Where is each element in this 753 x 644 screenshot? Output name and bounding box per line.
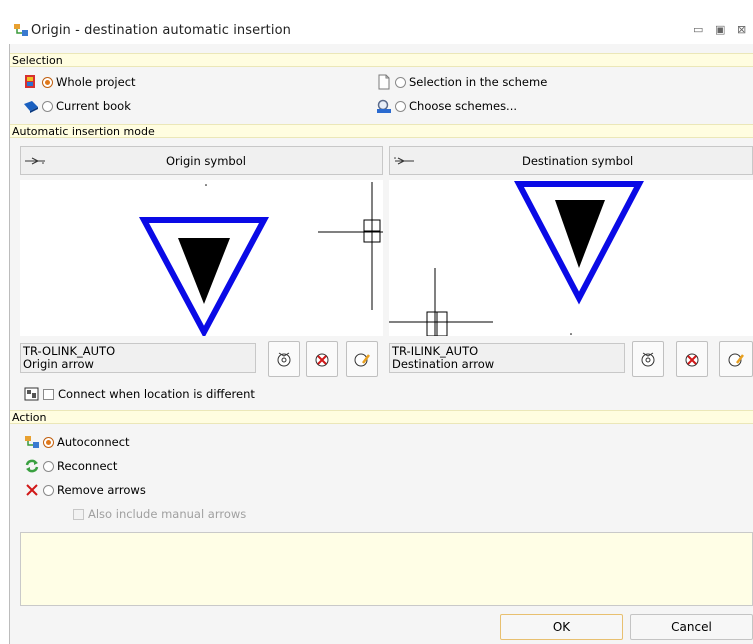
- destination-symbol-graphic: [389, 181, 644, 337]
- origin-symbol-name-box: TR-OLINK_AUTO Origin arrow: [20, 343, 256, 373]
- connect-location-option[interactable]: Connect when location is different: [24, 386, 255, 402]
- choose-schemes-label: Choose schemes...: [409, 99, 518, 113]
- connect-location-label: Connect when location is different: [58, 387, 255, 401]
- origin-browse-button[interactable]: [268, 341, 300, 377]
- reconnect-label: Reconnect: [57, 459, 118, 473]
- current-book-label: Current book: [56, 99, 131, 113]
- restore-icon[interactable]: ▣: [715, 23, 725, 36]
- edit-symbol-icon: [354, 353, 370, 367]
- remove-x-icon: [26, 484, 38, 496]
- delete-symbol-icon: [685, 353, 699, 367]
- autoconnect-label: Autoconnect: [57, 435, 130, 449]
- origin-column-label: Origin symbol: [166, 154, 246, 168]
- selection-in-scheme-radio[interactable]: [395, 76, 406, 88]
- reconnect-option[interactable]: Reconnect: [24, 458, 117, 474]
- refresh-icon: [25, 459, 39, 473]
- destination-symbol-name-box: TR-ILINK_AUTO Destination arrow: [389, 343, 625, 373]
- remove-arrows-radio[interactable]: [43, 484, 54, 496]
- cancel-button[interactable]: Cancel: [630, 614, 753, 640]
- destination-edit-button[interactable]: [719, 341, 753, 377]
- remove-arrows-label: Remove arrows: [57, 483, 146, 497]
- whole-project-radio[interactable]: [42, 76, 53, 88]
- destination-column-header: Destination symbol: [389, 146, 753, 175]
- selection-header: Selection: [10, 53, 753, 67]
- origin-column-header: Origin symbol: [20, 146, 383, 175]
- also-manual-checkbox[interactable]: [73, 508, 84, 520]
- close-icon[interactable]: ⊠: [737, 23, 746, 36]
- current-book-option[interactable]: Current book: [23, 98, 131, 114]
- autoconnect-option[interactable]: Autoconnect: [24, 434, 130, 450]
- library-search-icon: [277, 352, 291, 367]
- destination-arrow-icon: [394, 157, 414, 165]
- origin-arrow-icon: [25, 157, 45, 165]
- magnifier-icon: [377, 99, 391, 113]
- ok-button[interactable]: OK: [500, 614, 623, 640]
- selection-in-scheme-label: Selection in the scheme: [409, 75, 548, 89]
- choose-schemes-radio[interactable]: [395, 100, 406, 112]
- location-icon: [24, 387, 39, 401]
- whole-project-label: Whole project: [56, 75, 136, 89]
- destination-symbol-desc: Destination arrow: [392, 357, 495, 371]
- action-header: Action: [10, 410, 753, 424]
- reconnect-radio[interactable]: [43, 460, 54, 472]
- connect-location-checkbox[interactable]: [43, 388, 54, 400]
- library-search-icon: [641, 352, 655, 367]
- selection-in-scheme-option[interactable]: Selection in the scheme: [376, 74, 547, 90]
- also-manual-option[interactable]: Also include manual arrows: [73, 507, 246, 521]
- autoconnect-icon: [25, 436, 39, 448]
- app-icon: [14, 24, 28, 36]
- destination-symbol-preview: [389, 180, 753, 337]
- autoconnect-radio[interactable]: [43, 436, 54, 448]
- destination-browse-button[interactable]: [632, 341, 664, 377]
- destination-delete-button[interactable]: [676, 341, 708, 377]
- edit-symbol-icon: [728, 353, 744, 367]
- message-area: [20, 532, 753, 606]
- remove-arrows-option[interactable]: Remove arrows: [24, 482, 146, 498]
- whole-project-option[interactable]: Whole project: [23, 74, 136, 90]
- window-title: Origin - destination automatic insertion: [31, 23, 291, 38]
- origin-delete-button[interactable]: [306, 341, 338, 377]
- title-bar: Origin - destination automatic insertion…: [9, 18, 753, 45]
- also-manual-label: Also include manual arrows: [88, 507, 247, 521]
- origin-symbol-graphic: [138, 182, 383, 339]
- origin-edit-button[interactable]: [346, 341, 378, 377]
- destination-column-label: Destination symbol: [522, 154, 634, 168]
- project-icon: [25, 75, 35, 88]
- choose-schemes-option[interactable]: Choose schemes...: [376, 98, 517, 114]
- book-icon: [24, 101, 38, 113]
- origin-symbol-preview: [20, 180, 383, 339]
- insertion-mode-header: Automatic insertion mode: [10, 124, 753, 138]
- page-icon: [378, 74, 390, 90]
- current-book-radio[interactable]: [42, 100, 53, 112]
- minimize-icon[interactable]: ▭: [693, 23, 703, 36]
- delete-symbol-icon: [315, 353, 329, 367]
- origin-symbol-desc: Origin arrow: [23, 357, 94, 371]
